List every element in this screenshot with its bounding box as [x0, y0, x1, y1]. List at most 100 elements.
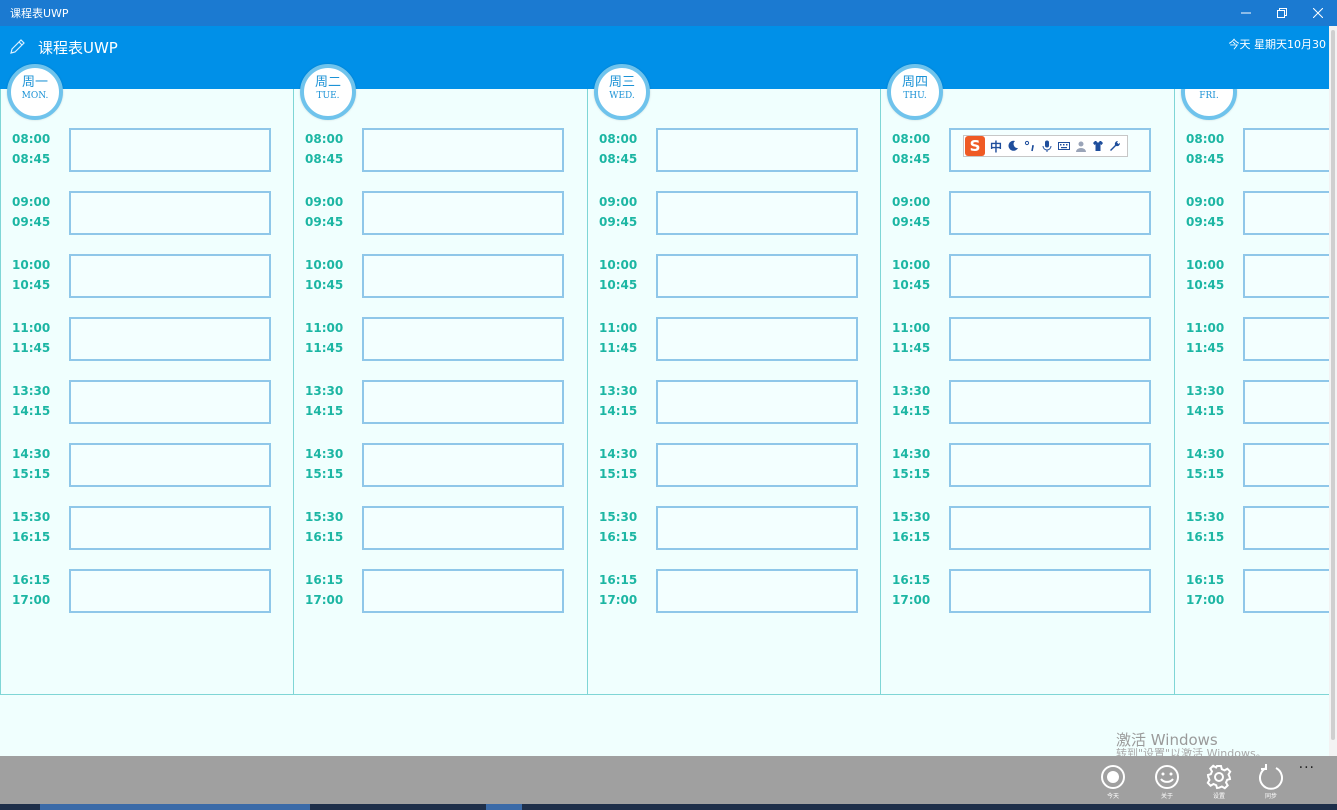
course-cell[interactable] [656, 254, 858, 298]
course-cell[interactable] [656, 380, 858, 424]
slot-start-time: 14:30 [599, 447, 638, 461]
course-cell[interactable] [362, 128, 564, 172]
moon-icon[interactable] [1007, 140, 1019, 152]
course-cell[interactable] [362, 506, 564, 550]
course-cell[interactable] [69, 191, 271, 235]
record-icon [1101, 765, 1125, 789]
course-cell[interactable] [949, 191, 1151, 235]
slot-end-time: 14:15 [12, 404, 51, 418]
course-cell[interactable] [949, 380, 1151, 424]
slot-start-time: 09:00 [599, 195, 638, 209]
minimize-button[interactable] [1228, 0, 1264, 26]
day-badge: 周二 TUE. [300, 64, 356, 120]
course-cell[interactable] [69, 254, 271, 298]
ime-toolbar[interactable]: S 中 [963, 135, 1128, 157]
pencil-icon[interactable] [8, 38, 26, 56]
course-cell[interactable] [949, 569, 1151, 613]
slot-start-time: 11:00 [892, 321, 931, 335]
course-cell[interactable] [362, 443, 564, 487]
punctuation-icon[interactable] [1024, 140, 1036, 152]
close-button[interactable] [1300, 0, 1336, 26]
time-slot: 14:30 15:15 [881, 443, 1175, 489]
course-cell[interactable] [69, 317, 271, 361]
course-cell[interactable] [1243, 317, 1329, 361]
more-options-button[interactable]: ... [1299, 756, 1315, 772]
course-cell[interactable] [949, 254, 1151, 298]
slot-end-time: 11:45 [599, 341, 638, 355]
course-cell[interactable] [656, 128, 858, 172]
time-slot: 10:00 10:45 [1, 254, 295, 300]
slot-start-time: 10:00 [892, 258, 931, 272]
time-slot: 13:30 14:15 [881, 380, 1175, 426]
restore-button[interactable] [1264, 0, 1300, 26]
course-cell[interactable] [1243, 443, 1329, 487]
course-cell[interactable] [656, 443, 858, 487]
user-icon[interactable] [1075, 140, 1087, 152]
restore-icon [1277, 8, 1287, 18]
day-badge: 周一 MON. [7, 64, 63, 120]
course-cell[interactable] [656, 506, 858, 550]
course-cell[interactable] [362, 191, 564, 235]
time-slot: 14:30 15:15 [294, 443, 588, 489]
slot-start-time: 10:00 [305, 258, 344, 272]
course-cell[interactable] [69, 506, 271, 550]
slot-end-time: 15:15 [892, 467, 931, 481]
ime-mode-toggle[interactable]: 中 [990, 138, 1002, 155]
course-cell[interactable] [656, 191, 858, 235]
sync-button[interactable]: 同步 [1251, 764, 1291, 804]
course-cell[interactable] [1243, 128, 1329, 172]
slot-end-time: 16:15 [1186, 530, 1225, 544]
course-cell[interactable] [1243, 191, 1329, 235]
app-command-bar: ... 今天 关于 设置 同步 [0, 756, 1337, 804]
slot-start-time: 16:15 [12, 573, 51, 587]
course-cell[interactable] [656, 569, 858, 613]
taskbar-item[interactable] [40, 804, 310, 810]
course-cell[interactable] [69, 128, 271, 172]
sogou-logo-icon[interactable]: S [965, 136, 985, 156]
course-cell[interactable] [949, 317, 1151, 361]
today-button[interactable]: 今天 [1093, 764, 1133, 804]
slot-start-time: 11:00 [599, 321, 638, 335]
slot-start-time: 09:00 [1186, 195, 1225, 209]
settings-button[interactable]: 设置 [1199, 764, 1239, 804]
course-cell[interactable] [362, 569, 564, 613]
course-cell[interactable] [362, 254, 564, 298]
course-cell[interactable] [1243, 569, 1329, 613]
today-button-label: 今天 [1106, 793, 1119, 800]
vertical-scrollbar[interactable] [1329, 26, 1337, 756]
slot-end-time: 17:00 [305, 593, 344, 607]
day-column: 周五FRI. 08:00 08:45 09:00 09:45 10:00 10:45 11:0… [1174, 89, 1329, 695]
skin-shirt-icon[interactable] [1092, 140, 1104, 152]
taskbar [0, 804, 1337, 810]
microphone-icon[interactable] [1041, 140, 1053, 152]
time-slot: 14:30 15:15 [588, 443, 882, 489]
slot-start-time: 13:30 [305, 384, 344, 398]
today-date: 今天 星期天10月30 [1228, 38, 1327, 51]
scrollbar-thumb[interactable] [1331, 30, 1335, 740]
about-button[interactable]: 关于 [1147, 764, 1187, 804]
course-cell[interactable] [69, 380, 271, 424]
course-cell[interactable] [949, 443, 1151, 487]
slot-end-time: 08:45 [892, 152, 931, 166]
wrench-icon[interactable] [1109, 140, 1121, 152]
course-cell[interactable] [949, 506, 1151, 550]
close-icon [1313, 8, 1323, 18]
course-cell[interactable] [69, 569, 271, 613]
taskbar-item[interactable] [486, 804, 522, 810]
course-cell[interactable] [362, 380, 564, 424]
time-slot: 14:30 15:15 [1175, 443, 1329, 489]
slot-end-time: 15:15 [1186, 467, 1225, 481]
slot-start-time: 08:00 [12, 132, 51, 146]
course-cell[interactable] [362, 317, 564, 361]
keyboard-icon[interactable] [1058, 140, 1071, 152]
slot-end-time: 11:45 [305, 341, 344, 355]
course-cell[interactable] [656, 317, 858, 361]
slot-end-time: 11:45 [12, 341, 51, 355]
course-cell[interactable] [1243, 506, 1329, 550]
course-cell[interactable] [69, 443, 271, 487]
slot-end-time: 14:15 [892, 404, 931, 418]
app-title: 课程表UWP [38, 39, 118, 57]
slot-start-time: 08:00 [1186, 132, 1225, 146]
course-cell[interactable] [1243, 254, 1329, 298]
course-cell[interactable] [1243, 380, 1329, 424]
